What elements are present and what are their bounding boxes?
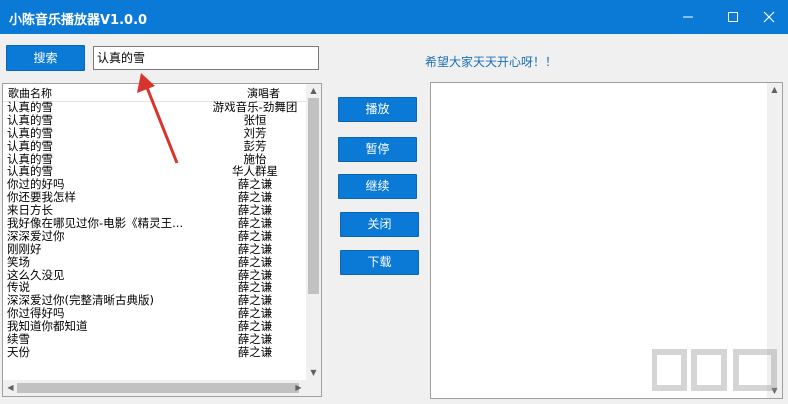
watermark-icon (652, 349, 777, 391)
annotation-arrow-icon (137, 73, 179, 164)
